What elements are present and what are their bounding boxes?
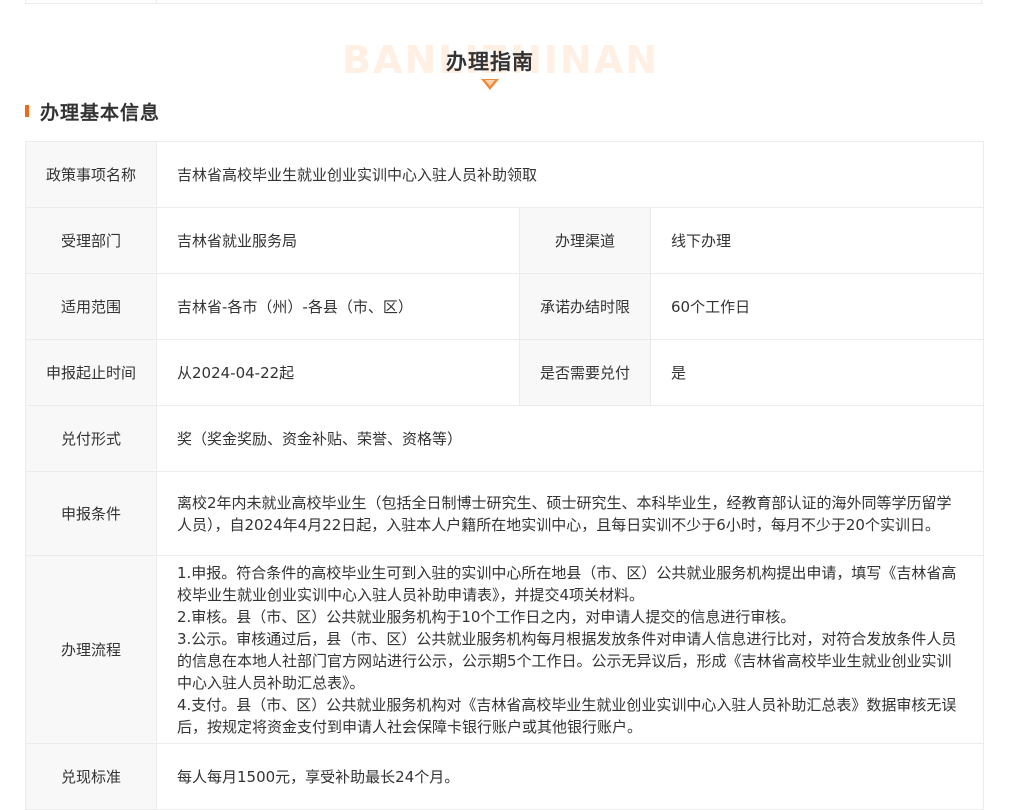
process-step: 4.支付。县（市、区）公共就业服务机构对《吉林省高校毕业生就业创业实训中心入驻人… (177, 695, 957, 736)
payment-form-value: 奖（奖金奖励、资金补贴、荣誉、资格等） (156, 405, 984, 472)
previous-table-edge (25, 0, 982, 4)
down-triangle-icon (481, 79, 499, 90)
table-row: 办理流程 1.申报。符合条件的高校毕业生可到入驻的实训中心所在地县（市、区）公共… (25, 555, 984, 744)
process-step: 1.申报。符合条件的高校毕业生可到入驻的实训中心所在地县（市、区）公共就业服务机… (177, 563, 957, 604)
table-row: 兑付形式 奖（奖金奖励、资金补贴、荣誉、资格等） (25, 405, 984, 472)
conditions-label: 申报条件 (25, 471, 157, 556)
section-heading: BANLIZHINAN 办理指南 (0, 34, 980, 94)
subheading-title: 办理基本信息 (40, 101, 161, 124)
deadline-value: 60个工作日 (650, 273, 984, 340)
policy-name-value: 吉林省高校毕业生就业创业实训中心入驻人员补助领取 (156, 141, 984, 208)
department-label: 受理部门 (25, 207, 157, 274)
process-label: 办理流程 (25, 555, 157, 744)
table-row: 适用范围 吉林省-各市（州）-各县（市、区） 承诺办结时限 60个工作日 (25, 273, 984, 340)
standard-label: 兑现标准 (25, 743, 157, 810)
subheading: 办理基本信息 (25, 98, 160, 124)
process-step: 3.公示。审核通过后，县（市、区）公共就业服务机构每月根据发放条件对申请人信息进… (177, 629, 957, 692)
need-payment-label: 是否需要兑付 (519, 339, 651, 406)
scope-value: 吉林省-各市（州）-各县（市、区） (156, 273, 520, 340)
process-value: 1.申报。符合条件的高校毕业生可到入驻的实训中心所在地县（市、区）公共就业服务机… (156, 555, 984, 744)
channel-label: 办理渠道 (519, 207, 651, 274)
accent-bar (25, 105, 29, 117)
apply-time-value: 从2024-04-22起 (156, 339, 520, 406)
table-row: 兑现标准 每人每月1500元，享受补助最长24个月。 (25, 743, 984, 810)
table-row: 政策事项名称 吉林省高校毕业生就业创业实训中心入驻人员补助领取 (25, 141, 984, 208)
channel-value: 线下办理 (650, 207, 984, 274)
policy-name-label: 政策事项名称 (25, 141, 157, 208)
table-row: 申报条件 离校2年内未就业高校毕业生（包括全日制博士研究生、硕士研究生、本科毕业… (25, 471, 984, 556)
need-payment-value: 是 (650, 339, 984, 406)
table-row: 申报起止时间 从2024-04-22起 是否需要兑付 是 (25, 339, 984, 406)
section-title: 办理指南 (446, 50, 534, 74)
deadline-label: 承诺办结时限 (519, 273, 651, 340)
process-step: 2.审核。县（市、区）公共就业服务机构于10个工作日之内，对申请人提交的信息进行… (177, 607, 796, 626)
scope-label: 适用范围 (25, 273, 157, 340)
apply-time-label: 申报起止时间 (25, 339, 157, 406)
standard-value: 每人每月1500元，享受补助最长24个月。 (156, 743, 984, 810)
info-table: 政策事项名称 吉林省高校毕业生就业创业实训中心入驻人员补助领取 受理部门 吉林省… (25, 141, 984, 810)
table-row: 受理部门 吉林省就业服务局 办理渠道 线下办理 (25, 207, 984, 274)
department-value: 吉林省就业服务局 (156, 207, 520, 274)
payment-form-label: 兑付形式 (25, 405, 157, 472)
conditions-value: 离校2年内未就业高校毕业生（包括全日制博士研究生、硕士研究生、本科毕业生，经教育… (156, 471, 984, 556)
